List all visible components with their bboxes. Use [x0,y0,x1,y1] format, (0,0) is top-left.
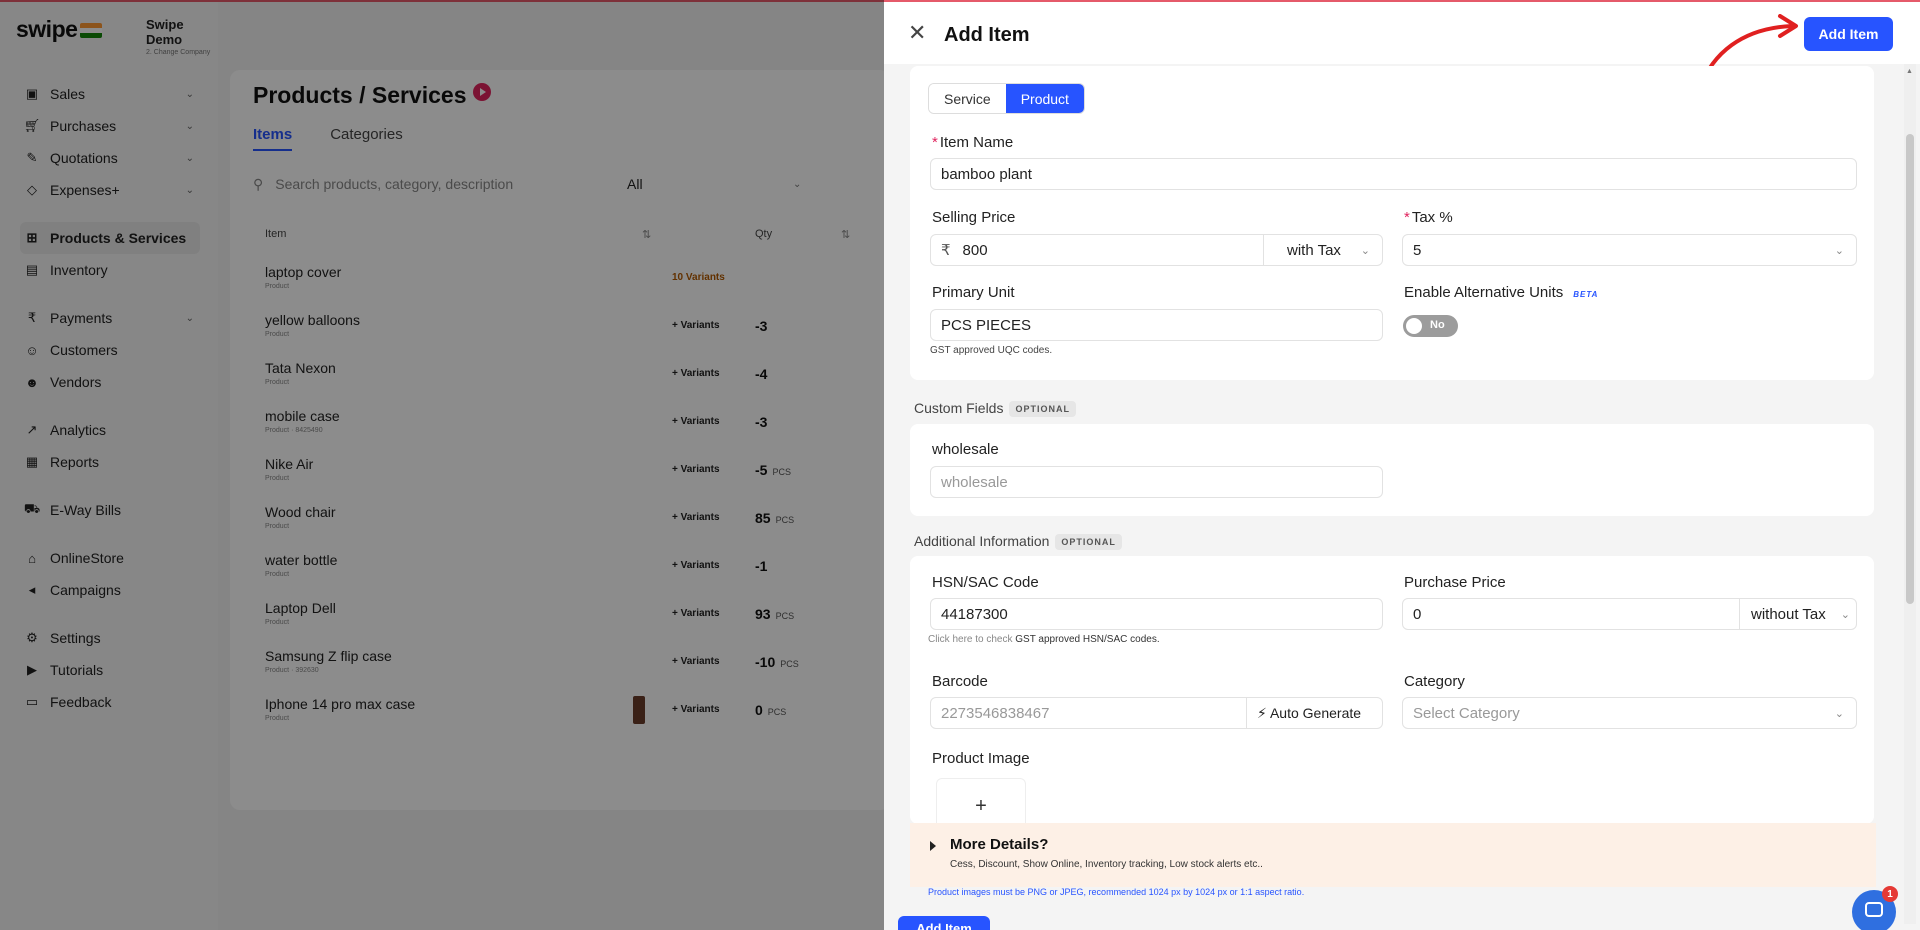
product-option[interactable]: Product [1005,84,1084,113]
chevron-down-icon: ⌄ [1834,707,1844,720]
tax-value: 5 [1413,241,1422,259]
purchase-price-value: 0 [1413,605,1422,623]
category-label: Category [1404,673,1465,690]
item-name-label-text: Item Name [939,134,1014,151]
barcode-label: Barcode [932,673,988,690]
item-type-toggle: Service Product [928,83,1085,114]
hsn-label: HSN/SAC Code [932,574,1039,591]
primary-unit-label: Primary Unit [932,284,1015,301]
rupee-icon: ₹ [941,242,951,259]
add-item-bottom-button[interactable]: Add Item [898,916,990,930]
category-placeholder: Select Category [1413,704,1520,722]
tax-label-text: Tax % [1411,209,1453,226]
primary-unit-value: PCS PIECES [941,316,1032,334]
required-icon: * [932,134,938,151]
chat-bubble-icon [1865,902,1883,917]
auto-generate-button[interactable]: ⚡︎ Auto Generate [1257,705,1361,722]
modal-backdrop[interactable] [0,0,884,930]
selling-tax-mode-select[interactable]: with Tax [1287,242,1341,259]
optional-badge: OPTIONAL [1009,401,1076,417]
product-image-label: Product Image [932,750,1030,767]
chat-widget-button[interactable]: 1 [1852,886,1898,930]
chevron-down-icon: ⌄ [1840,608,1850,621]
custom-fields-title: Custom Fields OPTIONAL [914,400,1076,417]
drawer-title: Add Item [944,24,1030,46]
additional-info-title: Additional Information OPTIONAL [914,533,1122,550]
uqc-hint[interactable]: GST approved UQC codes. [930,345,1052,356]
hsn-field[interactable]: 44187300 [930,598,1383,630]
service-option[interactable]: Service [929,84,1006,113]
beta-badge: BETA [1573,290,1599,299]
notification-badge: 1 [1882,886,1898,902]
barcode-field[interactable]: 2273546838467 ⚡︎ Auto Generate [930,697,1383,729]
close-icon[interactable]: ✕ [908,22,926,44]
wholesale-label: wholesale [932,441,999,458]
selling-price-value: 800 [962,241,988,259]
auto-generate-label: Auto Generate [1269,704,1362,721]
barcode-placeholder: 2273546838467 [941,704,1050,722]
selling-price-field[interactable]: ₹ 800 with Tax ⌄ [930,234,1383,266]
hsn-hint-text: Click here to check [928,634,1016,645]
purchase-tax-mode-select[interactable]: without Tax [1751,606,1826,623]
tax-label: * Tax % [1404,209,1453,226]
toggle-knob [1406,318,1422,334]
selling-price-label: Selling Price [932,209,1016,226]
hsn-hint[interactable]: Click here to check GST approved HSN/SAC… [928,634,1160,645]
chevron-down-icon: ⌄ [1360,244,1370,257]
more-details-title: More Details? [950,836,1049,853]
additional-info-card [910,556,1874,824]
plus-icon: + [975,794,987,817]
primary-unit-field[interactable]: PCS PIECES [930,309,1383,341]
wholesale-field[interactable]: wholesale [930,466,1383,498]
purchase-price-field[interactable]: 0 without Tax ⌄ [1402,598,1857,630]
category-select[interactable]: Select Category ⌄ [1402,697,1857,729]
wholesale-placeholder: wholesale [941,473,1008,491]
additional-info-title-text: Additional Information [914,533,1050,549]
drawer-header: ✕ Add Item Add Item [884,2,1920,90]
chevron-down-icon: ⌄ [1834,244,1844,257]
hsn-hint-link[interactable]: GST approved HSN/SAC codes. [1015,634,1159,645]
alt-units-label-text: Enable Alternative Units [1404,284,1564,301]
toggle-text: No [1430,319,1445,331]
alt-units-toggle[interactable]: No [1403,315,1458,337]
tax-select[interactable]: 5 ⌄ [1402,234,1857,266]
purchase-price-label: Purchase Price [1404,574,1506,591]
scrollbar-thumb[interactable] [1906,134,1914,604]
required-icon: * [1404,209,1410,226]
item-name-label: * Item Name [932,134,1013,151]
custom-fields-title-text: Custom Fields [914,400,1004,416]
image-requirements-note: Product images must be PNG or JPEG, reco… [928,887,1305,897]
add-item-button[interactable]: Add Item [1804,17,1893,51]
item-name-value: bamboo plant [941,165,1032,183]
alt-units-label: Enable Alternative Units BETA [1404,284,1598,301]
scroll-up-icon[interactable]: ▲ [1906,68,1913,75]
hsn-value: 44187300 [941,605,1008,623]
more-details-toggle[interactable]: More Details? Cess, Discount, Show Onlin… [910,823,1876,887]
more-details-subtitle: Cess, Discount, Show Online, Inventory t… [950,859,1263,870]
item-name-field[interactable]: bamboo plant [930,158,1857,190]
magic-wand-icon: ⚡︎ [1257,704,1267,721]
optional-badge: OPTIONAL [1055,534,1122,550]
caret-right-icon [930,841,936,851]
drawer-scrollbar[interactable]: ▲ [1904,64,1916,924]
